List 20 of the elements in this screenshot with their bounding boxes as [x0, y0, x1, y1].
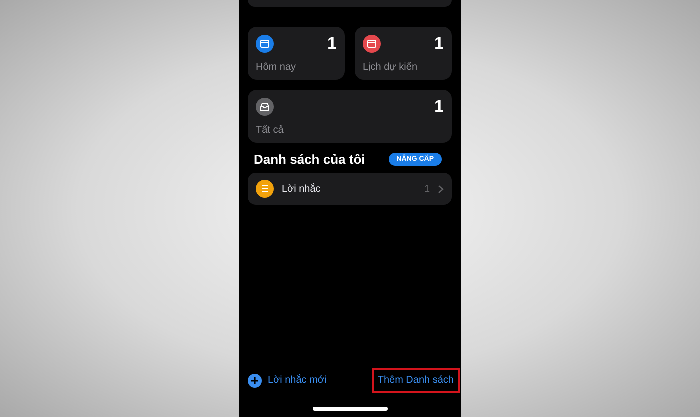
list-row[interactable]: Lời nhắc 1 — [248, 173, 452, 205]
count-label: 1 — [434, 34, 444, 54]
card-title: Lịch dự kiến — [363, 62, 419, 73]
calendar-icon — [363, 35, 381, 53]
card-title: Tất cả — [256, 125, 285, 136]
count-label: 1 — [434, 97, 444, 117]
add-list-button[interactable]: Thêm Danh sách — [372, 368, 460, 393]
count-label: 1 — [328, 34, 337, 54]
section-title: Danh sách của tôi — [254, 152, 366, 167]
tray-icon — [256, 98, 274, 116]
plus-icon — [248, 374, 262, 388]
smart-list-card[interactable]: 1 Tất cả — [248, 90, 452, 143]
calendar-icon — [256, 35, 274, 53]
smart-list-card[interactable]: 1 Lịch dự kiến — [355, 27, 452, 80]
count-label: 1 — [424, 184, 430, 194]
card-title: Hôm nay — [256, 62, 298, 73]
chevron-icon — [438, 184, 444, 194]
list-name: Lời nhắc — [282, 184, 322, 194]
new-reminder-button[interactable]: Lời nhắc mới — [248, 374, 327, 388]
smart-list-card[interactable]: 1 Hôm nay — [248, 27, 345, 80]
